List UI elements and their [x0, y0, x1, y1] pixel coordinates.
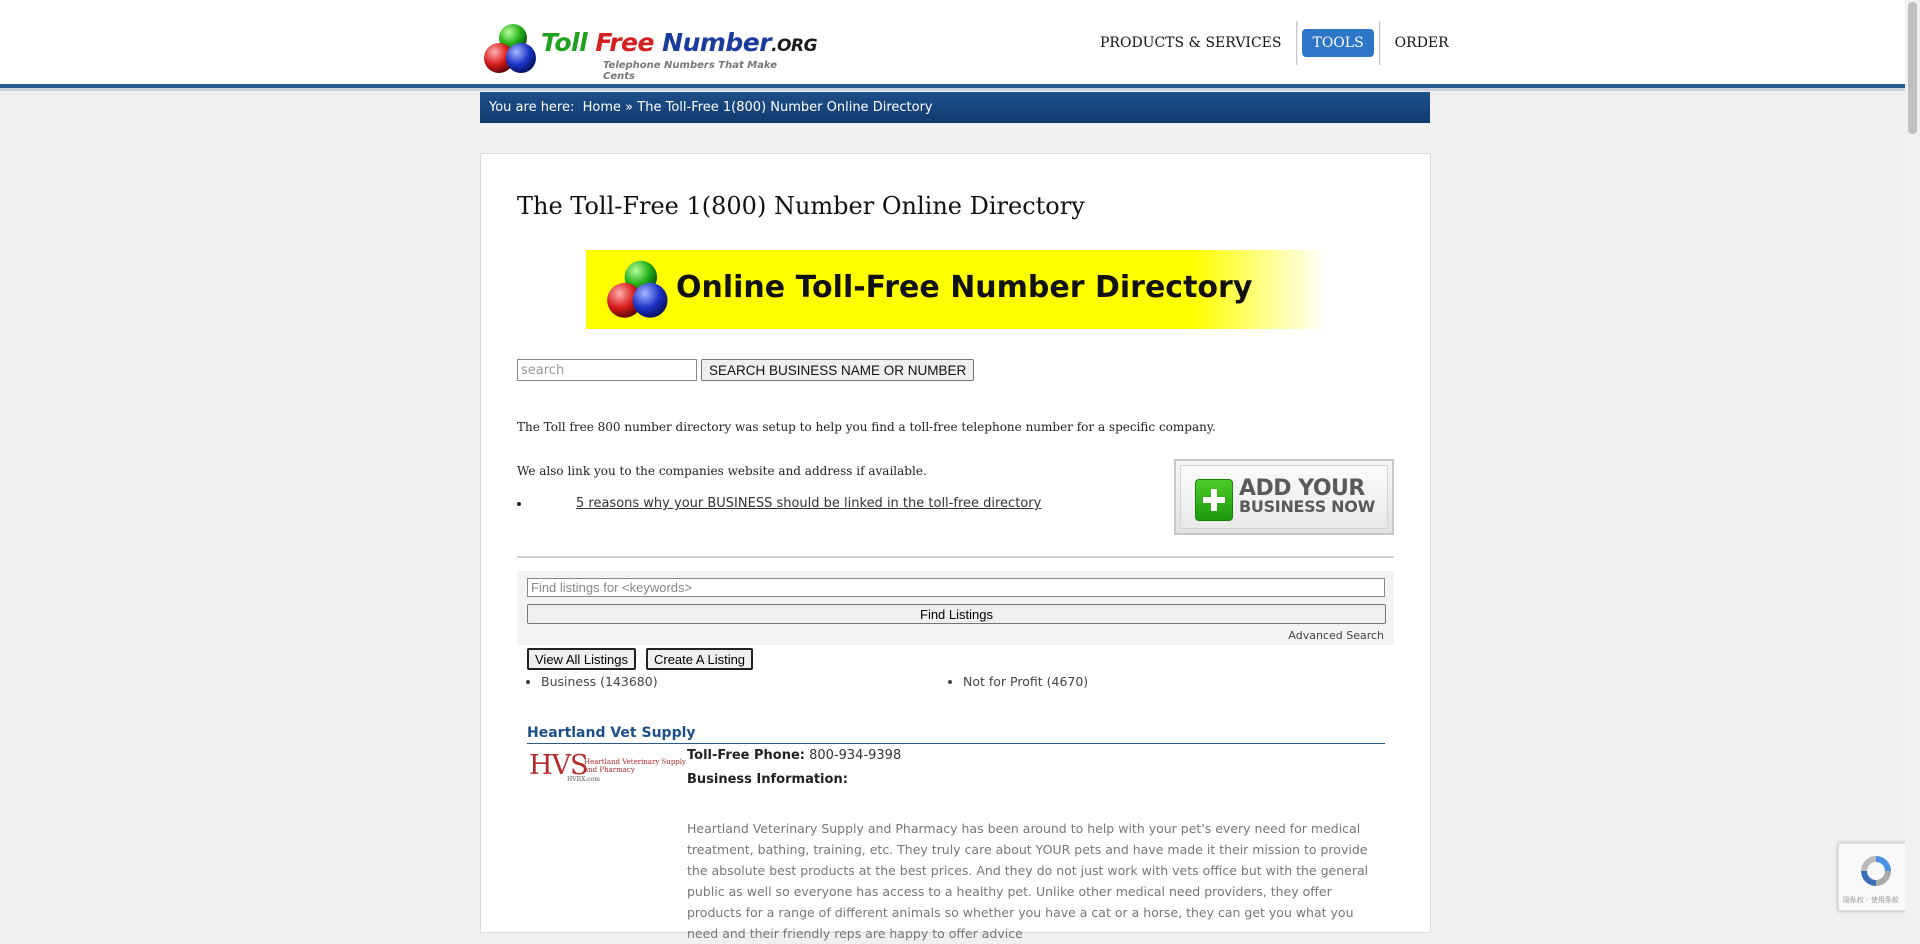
business-info-label: Business Information:: [687, 772, 848, 787]
recaptcha-icon: [1861, 856, 1891, 886]
listing-header: Heartland Vet Supply: [527, 722, 1385, 744]
list-item: 5 reasons why your BUSINESS should be li…: [531, 496, 1041, 511]
breadcrumb-home-link[interactable]: Home: [583, 100, 621, 115]
add-business-frame: ADD YOUR BUSINESS NOW: [1180, 465, 1388, 529]
listing-logo-url: HVRX.com: [567, 776, 600, 783]
search-form: SEARCH BUSINESS NAME OR NUMBER: [517, 359, 975, 381]
logo-word-number: Number: [662, 28, 772, 57]
breadcrumb: You are here: Home » The Toll-Free 1(800…: [480, 92, 1430, 123]
add-business-label: ADD YOUR BUSINESS NOW: [1239, 476, 1375, 516]
nav-divider: [1378, 21, 1380, 65]
create-listing-button[interactable]: Create A Listing: [645, 648, 754, 670]
add-business-line1: ADD YOUR: [1239, 476, 1365, 501]
search-button[interactable]: SEARCH BUSINESS NAME OR NUMBER: [701, 359, 975, 381]
reasons-list: 5 reasons why your BUSINESS should be li…: [517, 496, 1041, 511]
banner-title: Online Toll-Free Number Directory: [676, 270, 1253, 305]
listing-name-link[interactable]: Heartland Vet Supply: [527, 725, 698, 741]
logo-word-toll: Toll: [541, 28, 596, 57]
reasons-link[interactable]: 5 reasons why your BUSINESS should be li…: [576, 496, 1041, 511]
intro-text-1: The Toll free 800 number directory was s…: [517, 420, 1216, 434]
nav-products-services[interactable]: PRODUCTS & SERVICES: [1090, 29, 1291, 57]
listing-logo[interactable]: HVS Heartland Veterinary Supply and Pharm…: [529, 750, 686, 786]
main-nav: PRODUCTS & SERVICES TOOLS ORDER: [1090, 20, 1459, 66]
breadcrumb-current: The Toll-Free 1(800) Number Online Direc…: [637, 100, 933, 115]
business-description: Heartland Veterinary Supply and Pharmacy…: [687, 821, 1369, 941]
listing-actions: View All Listings Create A Listing: [527, 648, 754, 670]
site-header: Toll Free Number.ORG Telephone Numbers T…: [0, 0, 1920, 88]
find-listings-button[interactable]: Find Listings: [527, 604, 1386, 624]
scrollbar-thumb[interactable]: [1908, 2, 1917, 134]
listing-logo-line2: and Pharmacy: [584, 766, 635, 774]
page-scrollbar[interactable]: [1905, 0, 1920, 919]
phone-number: 800-934-9398: [809, 748, 902, 763]
add-business-line2: BUSINESS NOW: [1239, 497, 1375, 516]
main-content: The Toll-Free 1(800) Number Online Direc…: [480, 153, 1431, 941]
logo-wordmark: Toll Free Number.ORG: [541, 28, 818, 57]
logo-word-free: Free: [595, 28, 663, 57]
find-listings-box: Find Listings Advanced Search: [517, 571, 1394, 645]
category-list: Not for Profit (4670): [949, 674, 1088, 689]
phone-label: Toll-Free Phone:: [687, 748, 805, 763]
listing-logo-name: Heartland Veterinary Supply and Pharmacy: [584, 758, 686, 774]
nav-tools[interactable]: TOOLS: [1302, 29, 1374, 57]
page-title: The Toll-Free 1(800) Number Online Direc…: [517, 192, 1085, 220]
plus-icon: [1195, 479, 1233, 521]
breadcrumb-prefix: You are here:: [489, 100, 575, 115]
logo-tagline: Telephone Numbers That Make Cents: [603, 60, 777, 82]
logo-balls-icon: [484, 24, 536, 73]
category-business[interactable]: Business (143680): [541, 674, 658, 689]
nav-divider: [1296, 21, 1298, 65]
site-logo[interactable]: Toll Free Number.ORG Telephone Numbers T…: [483, 18, 818, 82]
section-divider: [517, 556, 1394, 558]
view-all-listings-button[interactable]: View All Listings: [527, 648, 636, 670]
intro-text-2: We also link you to the companies websit…: [517, 464, 927, 478]
listing-phone: Toll-Free Phone: 800-934-9398: [687, 748, 901, 763]
add-business-button[interactable]: ADD YOUR BUSINESS NOW: [1174, 459, 1394, 535]
breadcrumb-separator: »: [625, 100, 634, 115]
directory-banner: Online Toll-Free Number Directory: [586, 250, 1326, 329]
logo-word-org: .ORG: [771, 36, 818, 56]
advanced-search-link[interactable]: Advanced Search: [1288, 629, 1384, 642]
listing-logo-line1: Heartland Veterinary Supply: [584, 758, 686, 766]
header-shadow: [0, 88, 1920, 91]
search-input[interactable]: [517, 359, 697, 381]
category-list: Business (143680): [527, 674, 658, 689]
recaptcha-footer[interactable]: 隐私权 - 使用条款: [1843, 895, 1899, 905]
keywords-input[interactable]: [527, 578, 1385, 597]
banner-balls-icon: [607, 260, 668, 318]
nav-order[interactable]: ORDER: [1385, 29, 1459, 57]
category-not-for-profit[interactable]: Not for Profit (4670): [963, 674, 1088, 689]
